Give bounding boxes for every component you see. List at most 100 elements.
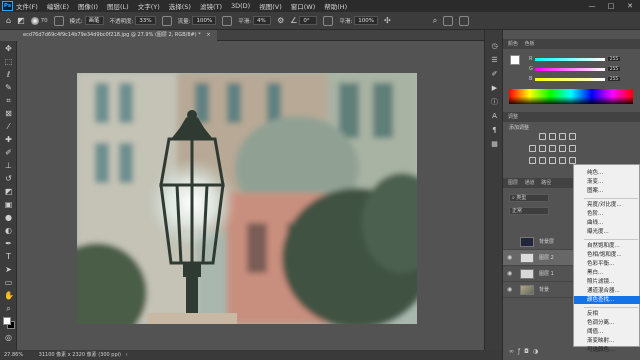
pressure-opacity-icon[interactable] <box>161 15 172 26</box>
menu-item-solid-color[interactable]: 纯色... <box>574 169 640 177</box>
menu-item-invert[interactable]: 反相 <box>574 310 640 318</box>
minimize-button[interactable]: — <box>582 0 602 12</box>
menu-layer[interactable]: 图层(L) <box>107 1 129 11</box>
menu-item-gradient[interactable]: 渐变... <box>574 178 640 186</box>
healing-tool-icon[interactable]: ✚ <box>4 135 13 144</box>
color-spectrum[interactable] <box>509 89 633 104</box>
type-tool-icon[interactable]: T <box>4 252 13 261</box>
menu-select[interactable]: 选择(S) <box>169 1 191 11</box>
curves-adj-icon[interactable] <box>559 133 566 140</box>
selective-color-adj-icon[interactable] <box>569 157 576 164</box>
paragraph-panel-icon[interactable]: ¶ <box>490 126 499 135</box>
share-icon[interactable] <box>459 15 470 26</box>
menu-item-posterize[interactable]: 色调分离... <box>574 319 640 327</box>
butterfly-icon[interactable]: ✣ <box>384 16 391 25</box>
gear-icon[interactable]: ⚙ <box>277 16 284 25</box>
crop-tool-icon[interactable]: ⌗ <box>4 96 13 105</box>
quick-mask-icon[interactable]: ◎ <box>4 333 13 342</box>
visibility-toggle[interactable]: ◉ <box>507 234 515 250</box>
menu-3d[interactable]: 3D(D) <box>231 2 250 10</box>
menu-edit[interactable]: 编辑(E) <box>47 1 69 11</box>
color-balance-adj-icon[interactable] <box>549 145 556 152</box>
photo-filter-adj-icon[interactable] <box>569 145 576 152</box>
menu-window[interactable]: 窗口(W) <box>291 1 316 11</box>
slider-b-track[interactable] <box>535 78 605 81</box>
menu-item-selective-color[interactable]: 可选颜色... <box>574 346 640 354</box>
brush-tool-icon[interactable]: ✐ <box>4 148 13 157</box>
mask-icon[interactable]: ◘ <box>524 348 533 355</box>
menu-item-color-balance[interactable]: 色彩平衡... <box>574 260 640 268</box>
info-panel-icon[interactable]: ⓘ <box>490 98 499 107</box>
tab-swatches[interactable]: 色板 <box>525 41 535 47</box>
zoom-tool-icon[interactable]: ⌕ <box>4 304 13 313</box>
mode-select[interactable]: 画笔 <box>84 16 104 25</box>
brightness-adj-icon[interactable] <box>539 133 546 140</box>
document-tab[interactable]: ecd76d7d69c4f9c14b79e34d9bc0f218.jpg @ 2… <box>17 30 217 41</box>
brush-preset-picker[interactable]: 70 <box>30 16 48 25</box>
flow-field[interactable]: 100% <box>192 16 217 25</box>
menu-item-exposure[interactable]: 曝光度... <box>574 228 640 236</box>
gradient-map-adj-icon[interactable] <box>559 157 566 164</box>
opacity-field[interactable]: 33% <box>135 16 156 25</box>
history-panel-icon[interactable]: ◷ <box>490 42 499 51</box>
history-brush-tool-icon[interactable]: ↺ <box>4 174 13 183</box>
tab-channels[interactable]: 通道 <box>525 180 535 186</box>
eyedropper-tool-icon[interactable]: ⁄ <box>4 122 13 131</box>
blend-mode-select[interactable]: 正常 <box>509 207 549 215</box>
threshold-adj-icon[interactable] <box>549 157 556 164</box>
move-tool-icon[interactable]: ✥ <box>4 44 13 53</box>
menu-type[interactable]: 文字(Y) <box>138 1 160 11</box>
eye-icon[interactable]: ◉ <box>507 266 515 282</box>
invert-adj-icon[interactable] <box>529 157 536 164</box>
workspace-icon[interactable] <box>443 15 454 26</box>
search-icon[interactable]: ⌕ <box>433 16 437 26</box>
pen-tool-icon[interactable]: ✒ <box>4 239 13 248</box>
clone-stamp-tool-icon[interactable]: ⊥ <box>4 161 13 170</box>
brush-settings-icon[interactable] <box>53 15 64 26</box>
menu-image[interactable]: 图像(I) <box>78 1 98 11</box>
menu-help[interactable]: 帮助(H) <box>324 1 347 11</box>
maximize-button[interactable]: □ <box>601 0 621 12</box>
levels-adj-icon[interactable] <box>549 133 556 140</box>
menu-item-hue-saturation[interactable]: 色相/饱和度... <box>574 251 640 259</box>
layer-row[interactable]: ◉ 背景 <box>503 282 577 298</box>
brush-panel-icon[interactable]: ✐ <box>490 70 499 79</box>
layer-row-selected[interactable]: ◉ 图层 2 <box>503 250 577 266</box>
menu-file[interactable]: 文件(F) <box>16 1 38 11</box>
link-icon[interactable]: ∞ <box>509 348 518 355</box>
foreground-color-swatch[interactable] <box>3 317 11 325</box>
hue-sat-adj-icon[interactable] <box>539 145 546 152</box>
document-image[interactable] <box>77 73 417 324</box>
bw-adj-icon[interactable] <box>559 145 566 152</box>
status-arrow-icon[interactable]: › <box>126 352 128 358</box>
marquee-tool-icon[interactable]: ⬚ <box>4 57 13 66</box>
close-window-button[interactable]: ✕ <box>620 0 640 12</box>
canvas-area[interactable] <box>17 42 502 349</box>
pressure-size-icon[interactable] <box>323 15 334 26</box>
quick-select-tool-icon[interactable]: ✎ <box>4 83 13 92</box>
eye-icon[interactable]: ◉ <box>507 282 515 298</box>
posterize-adj-icon[interactable] <box>539 157 546 164</box>
menu-item-gradient-map[interactable]: 渐变映射... <box>574 337 640 345</box>
menu-view[interactable]: 视图(V) <box>259 1 282 11</box>
tab-color[interactable]: 颜色 <box>508 41 518 47</box>
angle-field[interactable]: 0° <box>299 16 318 25</box>
extra-field[interactable]: 100% <box>354 16 378 25</box>
layer-row[interactable]: ◉ 图层 1 <box>503 266 577 282</box>
smoothing-field[interactable]: 4% <box>253 16 272 25</box>
menu-item-photo-filter[interactable]: 照片滤镜... <box>574 278 640 286</box>
properties-panel-icon[interactable]: ☰ <box>490 56 499 65</box>
eraser-tool-icon[interactable]: ◩ <box>4 187 13 196</box>
dodge-tool-icon[interactable]: ◐ <box>4 226 13 235</box>
libraries-panel-icon[interactable]: ▦ <box>490 140 499 149</box>
adjustment-layer-icon[interactable]: ◑ <box>533 348 542 355</box>
layer-kind-filter[interactable]: ⌕ 类型 <box>509 194 549 202</box>
lasso-tool-icon[interactable]: ℓ <box>4 70 13 79</box>
slider-g-value[interactable]: 255 <box>607 66 621 72</box>
airbrush-icon[interactable] <box>222 15 233 26</box>
tab-close-icon[interactable]: × <box>206 32 210 38</box>
menu-item-color-lookup[interactable]: 颜色查找... <box>574 296 640 304</box>
menu-item-black-white[interactable]: 黑白... <box>574 269 640 277</box>
tab-adjustments[interactable]: 调整 <box>508 114 518 120</box>
tab-paths[interactable]: 路径 <box>541 180 551 186</box>
